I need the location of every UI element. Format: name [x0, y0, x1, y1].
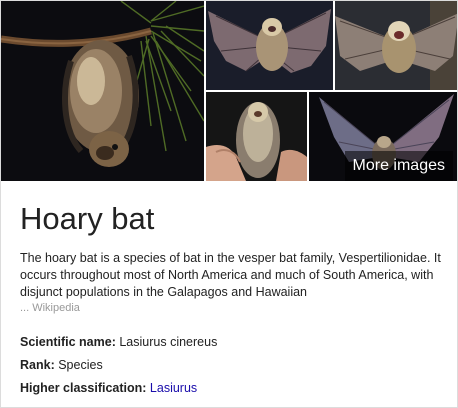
bat-wings-spread-image [206, 1, 333, 90]
wikipedia-source-link[interactable]: Wikipedia [32, 302, 80, 314]
fact-label: Scientific name: [20, 335, 116, 349]
source-attribution: ... Wikipedia [20, 301, 80, 315]
higher-classification-link[interactable]: Lasiurus [150, 381, 197, 395]
entity-description: The hoary bat is a species of bat in the… [20, 251, 441, 299]
bat-open-mouth-image [335, 1, 457, 90]
fact-scientific-name: Scientific name: Lasiurus cinereus [20, 331, 450, 354]
gallery-image-bat-in-flight[interactable]: More images [309, 92, 457, 181]
bat-on-branch-image [1, 1, 204, 181]
image-gallery: More images [1, 1, 457, 181]
fact-value: Lasiurus cinereus [119, 335, 218, 349]
source-ellipsis: ... [20, 302, 33, 314]
gallery-image-bat-wings-spread[interactable] [206, 1, 333, 90]
entity-title: Hoary bat [20, 201, 155, 236]
gallery-image-bat-open-mouth[interactable] [335, 1, 457, 90]
fact-rank: Rank: Species [20, 354, 450, 377]
knowledge-panel: More images Hoary bat The hoary bat is a… [0, 0, 458, 408]
bat-in-hand-image [206, 92, 307, 181]
gallery-image-bat-in-hand[interactable] [206, 92, 307, 181]
fact-value: Species [58, 358, 103, 372]
fact-label: Higher classification: [20, 381, 147, 395]
fact-label: Rank: [20, 358, 55, 372]
gallery-image-bat-on-branch[interactable] [1, 1, 204, 181]
fact-higher-classification: Higher classification: Lasiurus [20, 377, 450, 400]
facts-list: Scientific name: Lasiurus cinereus Rank:… [20, 331, 450, 400]
more-images-button[interactable]: More images [344, 151, 453, 181]
